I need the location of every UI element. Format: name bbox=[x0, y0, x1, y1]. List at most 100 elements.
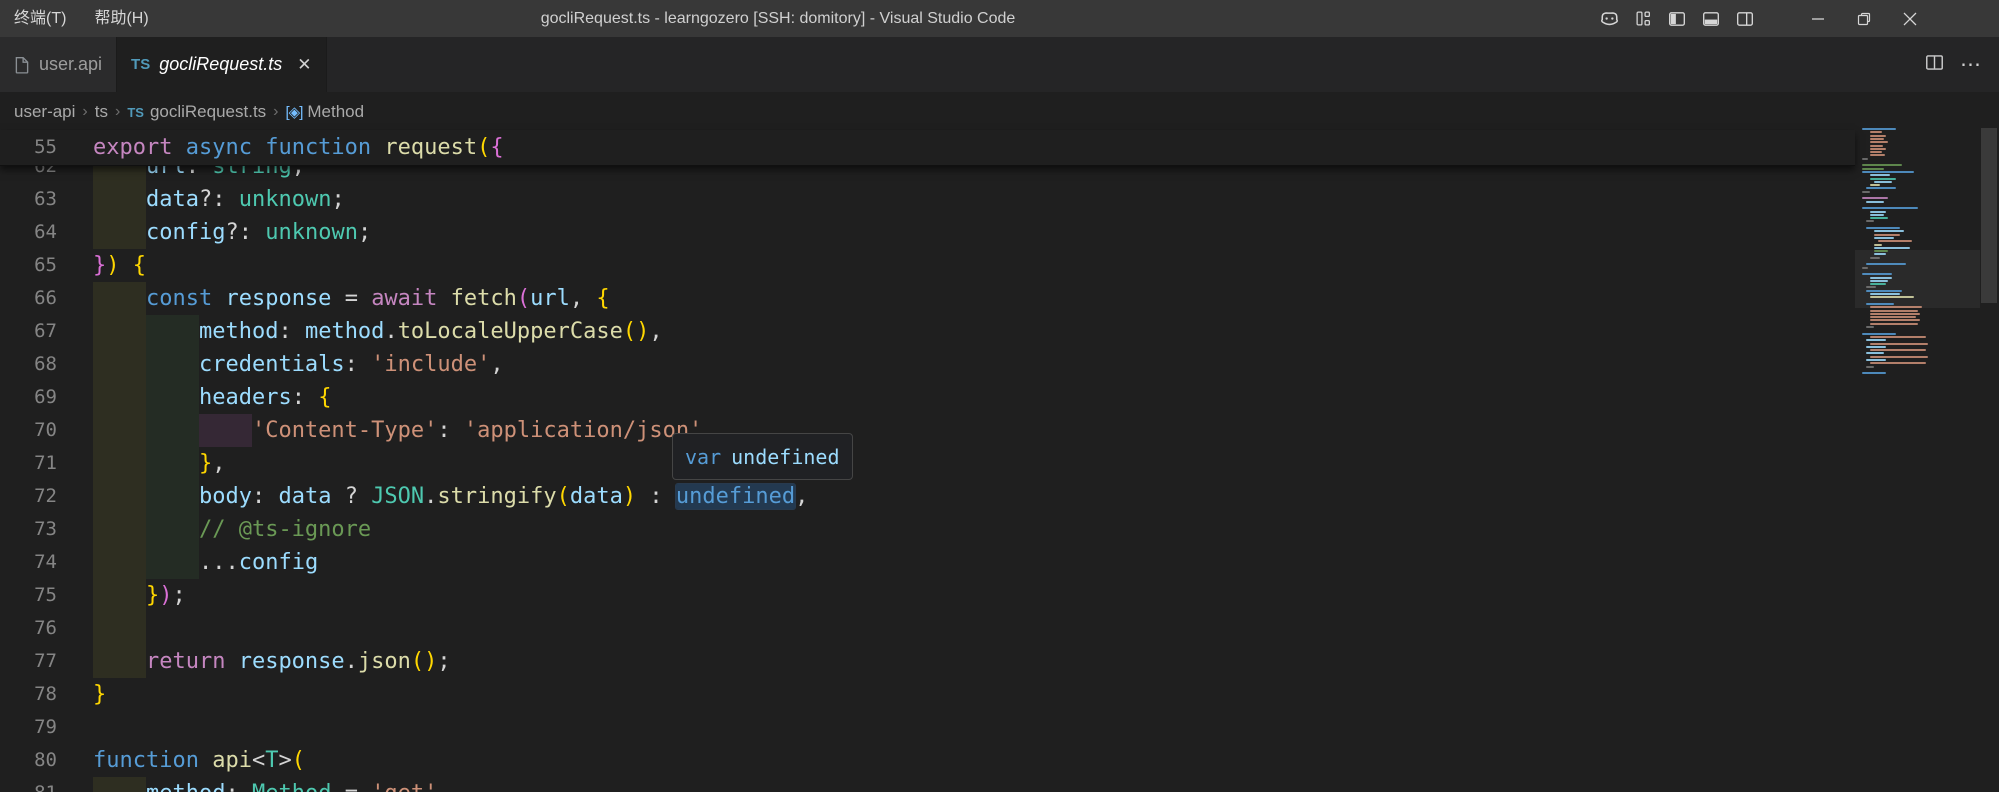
minimap-line bbox=[1866, 187, 1896, 189]
token: , bbox=[649, 319, 662, 344]
minimap-line bbox=[1866, 263, 1906, 265]
tab-goclirequest[interactable]: TS gocliRequest.ts ✕ bbox=[117, 37, 327, 92]
token: > bbox=[278, 748, 291, 773]
token: T bbox=[265, 748, 278, 773]
toggle-sidebar-left-icon[interactable] bbox=[1660, 0, 1694, 37]
token: ; bbox=[358, 220, 371, 245]
copilot-icon[interactable] bbox=[1592, 0, 1626, 37]
split-editor-icon[interactable] bbox=[1925, 53, 1944, 77]
code-text: config?: unknown; bbox=[93, 216, 371, 249]
token: } bbox=[93, 253, 106, 278]
tab-label: gocliRequest.ts bbox=[159, 54, 282, 75]
token: await bbox=[371, 286, 450, 311]
token: method bbox=[199, 319, 278, 344]
minimap[interactable] bbox=[1855, 92, 1980, 792]
minimap-line bbox=[1870, 296, 1914, 298]
ts-icon: TS bbox=[131, 56, 150, 73]
customize-layout-icon[interactable] bbox=[1626, 0, 1660, 37]
code-line: 79 bbox=[0, 711, 1855, 744]
code-line: 80function api<T>( bbox=[0, 744, 1855, 777]
code-text: headers: { bbox=[93, 381, 331, 414]
breadcrumb-folder[interactable]: user-api bbox=[14, 102, 75, 122]
token: function bbox=[93, 748, 212, 773]
token: { bbox=[490, 135, 503, 160]
menu-terminal[interactable]: 终端(T) bbox=[0, 0, 80, 37]
toggle-sidebar-right-icon[interactable] bbox=[1728, 0, 1762, 37]
tab-user-api[interactable]: user.api bbox=[0, 37, 117, 92]
token: ( bbox=[557, 484, 570, 509]
minimap-line bbox=[1870, 293, 1900, 295]
minimap-line bbox=[1862, 168, 1884, 170]
menu-help[interactable]: 帮助(H) bbox=[80, 0, 162, 37]
minimap-line bbox=[1862, 191, 1870, 193]
token: = bbox=[345, 286, 372, 311]
code-text: ...config bbox=[93, 546, 318, 579]
minimap-line bbox=[1878, 240, 1912, 242]
token: export bbox=[93, 135, 186, 160]
token: api bbox=[212, 748, 252, 773]
code-line: 76 bbox=[0, 612, 1855, 645]
line-number: 77 bbox=[0, 645, 57, 678]
hover-tooltip: var undefined bbox=[672, 433, 853, 480]
close-icon[interactable] bbox=[1887, 0, 1933, 37]
restore-icon[interactable] bbox=[1841, 0, 1887, 37]
minimap-line bbox=[1874, 234, 1900, 236]
token: data bbox=[146, 187, 199, 212]
toggle-panel-icon[interactable] bbox=[1694, 0, 1728, 37]
sticky-scroll-line[interactable]: 55export async function request({ bbox=[0, 130, 1855, 166]
token: : bbox=[437, 418, 464, 443]
token: const bbox=[146, 286, 225, 311]
code-text: }) { bbox=[93, 249, 146, 282]
vertical-scrollbar[interactable] bbox=[1981, 128, 1997, 303]
more-actions-icon[interactable]: ⋯ bbox=[1960, 55, 1981, 74]
line-number: 76 bbox=[0, 612, 57, 645]
token: ) bbox=[623, 484, 636, 509]
token: , bbox=[437, 781, 450, 792]
code-line: 77 return response.json(); bbox=[0, 645, 1855, 678]
breadcrumb-symbol[interactable]: Method bbox=[307, 102, 364, 122]
code-text: }, bbox=[93, 447, 225, 480]
minimap-line bbox=[1866, 326, 1874, 328]
token: : bbox=[345, 352, 372, 377]
title-bar: 终端(T) 帮助(H) gocliRequest.ts - learngozer… bbox=[0, 0, 1999, 37]
minimap-line bbox=[1874, 250, 1888, 252]
line-number: 65 bbox=[0, 249, 57, 282]
breadcrumb-file[interactable]: gocliRequest.ts bbox=[150, 102, 266, 122]
minimap-line bbox=[1870, 336, 1926, 338]
code-editor[interactable]: 62 url: string;63 data?: unknown;64 conf… bbox=[0, 132, 1855, 792]
minimap-line bbox=[1870, 283, 1886, 285]
line-number: 80 bbox=[0, 744, 57, 777]
line-number: 74 bbox=[0, 546, 57, 579]
token: ( bbox=[477, 135, 490, 160]
chevron-right-icon: › bbox=[82, 103, 87, 121]
line-number: 70 bbox=[0, 414, 57, 447]
tooltip-name: undefined bbox=[731, 445, 839, 469]
code-text: method: Method = 'get', bbox=[93, 777, 451, 792]
token: { bbox=[133, 253, 146, 278]
code-text: credentials: 'include', bbox=[93, 348, 504, 381]
token: 'Content-Type' bbox=[252, 418, 437, 443]
token: ?: bbox=[225, 220, 265, 245]
breadcrumb-folder[interactable]: ts bbox=[95, 102, 108, 122]
minimap-line bbox=[1870, 313, 1920, 315]
minimap-line bbox=[1866, 352, 1884, 354]
token: , bbox=[212, 451, 225, 476]
token: ?: bbox=[199, 187, 239, 212]
minimize-icon[interactable] bbox=[1795, 0, 1841, 37]
minimap-line bbox=[1866, 290, 1902, 292]
line-number: 78 bbox=[0, 678, 57, 711]
token: credentials bbox=[199, 352, 345, 377]
minimap-line bbox=[1870, 277, 1892, 279]
token bbox=[120, 253, 133, 278]
token: async bbox=[186, 135, 265, 160]
line-number: 64 bbox=[0, 216, 57, 249]
chevron-right-icon: › bbox=[273, 103, 278, 121]
minimap-line bbox=[1870, 217, 1888, 219]
code-line: 67 method: method.toLocaleUpperCase(), bbox=[0, 315, 1855, 348]
close-tab-icon[interactable]: ✕ bbox=[297, 55, 311, 75]
code-line: 70 'Content-Type': 'application/json' bbox=[0, 414, 1855, 447]
token: headers bbox=[199, 385, 292, 410]
token: , bbox=[795, 484, 808, 509]
token: toLocaleUpperCase bbox=[398, 319, 623, 344]
code-text bbox=[93, 612, 146, 645]
